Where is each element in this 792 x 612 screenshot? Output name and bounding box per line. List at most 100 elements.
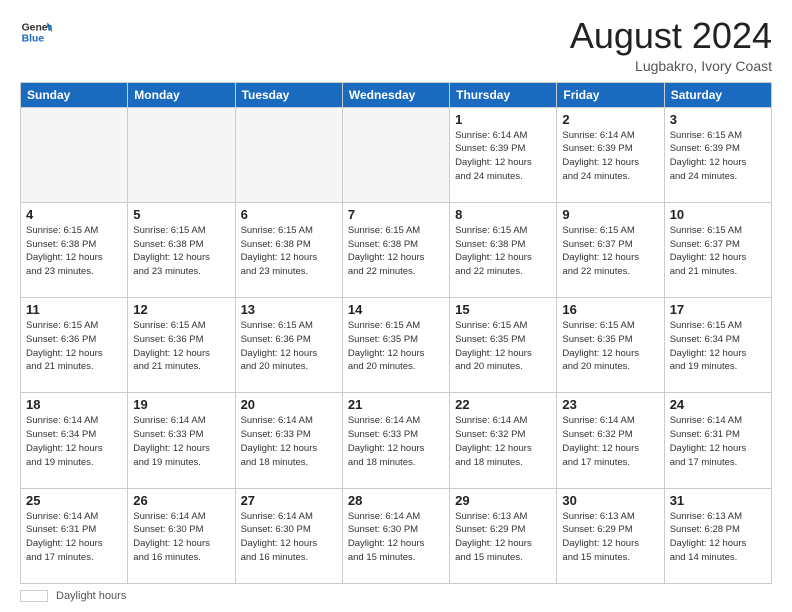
legend-box	[20, 590, 48, 602]
day-number: 8	[455, 207, 551, 222]
day-detail: Sunrise: 6:14 AM Sunset: 6:30 PM Dayligh…	[348, 510, 444, 565]
day-detail: Sunrise: 6:13 AM Sunset: 6:28 PM Dayligh…	[670, 510, 766, 565]
day-detail: Sunrise: 6:14 AM Sunset: 6:32 PM Dayligh…	[562, 414, 658, 469]
day-detail: Sunrise: 6:14 AM Sunset: 6:33 PM Dayligh…	[348, 414, 444, 469]
day-number: 16	[562, 302, 658, 317]
day-detail: Sunrise: 6:14 AM Sunset: 6:30 PM Dayligh…	[241, 510, 337, 565]
day-cell: 11 Sunrise: 6:15 AM Sunset: 6:36 PM Dayli…	[21, 298, 128, 393]
day-cell: 8 Sunrise: 6:15 AM Sunset: 6:38 PM Daylig…	[450, 202, 557, 297]
day-number: 31	[670, 493, 766, 508]
day-number: 24	[670, 397, 766, 412]
day-cell: 4Sunrise: 6:15 AM Sunset: 6:38 PM Daylig…	[21, 202, 128, 297]
col-header-sunday: Sunday	[21, 82, 128, 107]
logo-icon: General Blue	[20, 16, 52, 48]
calendar-page: General Blue August 2024 Lugbakro, Ivory…	[0, 0, 792, 612]
day-number: 11	[26, 302, 122, 317]
day-number: 13	[241, 302, 337, 317]
col-header-monday: Monday	[128, 82, 235, 107]
day-cell: 15 Sunrise: 6:15 AM Sunset: 6:35 PM Dayli…	[450, 298, 557, 393]
day-cell: 21 Sunrise: 6:14 AM Sunset: 6:33 PM Dayli…	[342, 393, 449, 488]
week-row-4: 18Sunrise: 6:14 AM Sunset: 6:34 PM Dayli…	[21, 393, 772, 488]
day-detail: Sunrise: 6:15 AM Sunset: 6:38 PM Dayligh…	[133, 224, 229, 279]
day-cell: 14 Sunrise: 6:15 AM Sunset: 6:35 PM Dayli…	[342, 298, 449, 393]
day-number: 23	[562, 397, 658, 412]
day-number: 2	[562, 112, 658, 127]
day-cell: 28 Sunrise: 6:14 AM Sunset: 6:30 PM Dayli…	[342, 488, 449, 583]
day-number: 5	[133, 207, 229, 222]
calendar-title: August 2024	[570, 16, 772, 56]
day-detail: Sunrise: 6:15 AM Sunset: 6:35 PM Dayligh…	[562, 319, 658, 374]
day-number: 1	[455, 112, 551, 127]
day-number: 29	[455, 493, 551, 508]
day-cell: 27Sunrise: 6:14 AM Sunset: 6:30 PM Dayli…	[235, 488, 342, 583]
day-cell: 22 Sunrise: 6:14 AM Sunset: 6:32 PM Dayli…	[450, 393, 557, 488]
day-cell	[235, 107, 342, 202]
calendar-subtitle: Lugbakro, Ivory Coast	[570, 58, 772, 74]
week-row-2: 4 Sunrise: 6:15 AM Sunset: 6:38 PM Daylig…	[21, 202, 772, 297]
day-number: 15	[455, 302, 551, 317]
week-row-5: 25 Sunrise: 6:14 AM Sunset: 6:31 PM Dayli…	[21, 488, 772, 583]
day-number: 28	[348, 493, 444, 508]
day-cell: 1 Sunrise: 6:14 AM Sunset: 6:39 PM Daylig…	[450, 107, 557, 202]
header-row: SundayMondayTuesdayWednesdayThursdayFrid…	[21, 82, 772, 107]
day-detail: Sunrise: 6:14 AM Sunset: 6:39 PM Dayligh…	[562, 129, 658, 184]
day-cell: 20Sunrise: 6:14 AM Sunset: 6:33 PM Dayli…	[235, 393, 342, 488]
day-number: 4	[26, 207, 122, 222]
col-header-tuesday: Tuesday	[235, 82, 342, 107]
day-cell: 6Sunrise: 6:15 AM Sunset: 6:38 PM Daylig…	[235, 202, 342, 297]
day-detail: Sunrise: 6:14 AM Sunset: 6:33 PM Dayligh…	[133, 414, 229, 469]
week-row-3: 11 Sunrise: 6:15 AM Sunset: 6:36 PM Dayli…	[21, 298, 772, 393]
day-number: 14	[348, 302, 444, 317]
day-cell: 23 Sunrise: 6:14 AM Sunset: 6:32 PM Dayli…	[557, 393, 664, 488]
day-detail: Sunrise: 6:13 AM Sunset: 6:29 PM Dayligh…	[562, 510, 658, 565]
day-detail: Sunrise: 6:14 AM Sunset: 6:39 PM Dayligh…	[455, 129, 551, 184]
day-cell: 31 Sunrise: 6:13 AM Sunset: 6:28 PM Dayli…	[664, 488, 771, 583]
col-header-wednesday: Wednesday	[342, 82, 449, 107]
day-detail: Sunrise: 6:14 AM Sunset: 6:32 PM Dayligh…	[455, 414, 551, 469]
day-cell	[128, 107, 235, 202]
day-cell: 9 Sunrise: 6:15 AM Sunset: 6:37 PM Daylig…	[557, 202, 664, 297]
day-detail: Sunrise: 6:15 AM Sunset: 6:36 PM Dayligh…	[26, 319, 122, 374]
day-cell: 7 Sunrise: 6:15 AM Sunset: 6:38 PM Daylig…	[342, 202, 449, 297]
col-header-friday: Friday	[557, 82, 664, 107]
day-detail: Sunrise: 6:15 AM Sunset: 6:36 PM Dayligh…	[133, 319, 229, 374]
day-cell: 18Sunrise: 6:14 AM Sunset: 6:34 PM Dayli…	[21, 393, 128, 488]
day-cell: 29Sunrise: 6:13 AM Sunset: 6:29 PM Dayli…	[450, 488, 557, 583]
day-detail: Sunrise: 6:15 AM Sunset: 6:36 PM Dayligh…	[241, 319, 337, 374]
day-detail: Sunrise: 6:15 AM Sunset: 6:37 PM Dayligh…	[562, 224, 658, 279]
day-cell	[21, 107, 128, 202]
day-cell	[342, 107, 449, 202]
svg-text:Blue: Blue	[22, 34, 45, 45]
day-detail: Sunrise: 6:14 AM Sunset: 6:34 PM Dayligh…	[26, 414, 122, 469]
day-number: 17	[670, 302, 766, 317]
day-number: 9	[562, 207, 658, 222]
header: General Blue August 2024 Lugbakro, Ivory…	[20, 16, 772, 74]
day-detail: Sunrise: 6:15 AM Sunset: 6:35 PM Dayligh…	[455, 319, 551, 374]
day-cell: 24 Sunrise: 6:14 AM Sunset: 6:31 PM Dayli…	[664, 393, 771, 488]
day-detail: Sunrise: 6:15 AM Sunset: 6:39 PM Dayligh…	[670, 129, 766, 184]
day-cell: 13 Sunrise: 6:15 AM Sunset: 6:36 PM Dayli…	[235, 298, 342, 393]
day-number: 21	[348, 397, 444, 412]
day-number: 10	[670, 207, 766, 222]
day-detail: Sunrise: 6:15 AM Sunset: 6:38 PM Dayligh…	[241, 224, 337, 279]
day-detail: Sunrise: 6:15 AM Sunset: 6:38 PM Dayligh…	[348, 224, 444, 279]
day-cell: 5 Sunrise: 6:15 AM Sunset: 6:38 PM Daylig…	[128, 202, 235, 297]
day-number: 22	[455, 397, 551, 412]
day-cell: 16 Sunrise: 6:15 AM Sunset: 6:35 PM Dayli…	[557, 298, 664, 393]
day-detail: Sunrise: 6:15 AM Sunset: 6:38 PM Dayligh…	[455, 224, 551, 279]
day-detail: Sunrise: 6:14 AM Sunset: 6:31 PM Dayligh…	[26, 510, 122, 565]
day-detail: Sunrise: 6:15 AM Sunset: 6:34 PM Dayligh…	[670, 319, 766, 374]
day-detail: Sunrise: 6:15 AM Sunset: 6:35 PM Dayligh…	[348, 319, 444, 374]
day-number: 12	[133, 302, 229, 317]
day-detail: Sunrise: 6:14 AM Sunset: 6:31 PM Dayligh…	[670, 414, 766, 469]
day-cell: 25 Sunrise: 6:14 AM Sunset: 6:31 PM Dayli…	[21, 488, 128, 583]
day-number: 25	[26, 493, 122, 508]
col-header-thursday: Thursday	[450, 82, 557, 107]
day-cell: 12 Sunrise: 6:15 AM Sunset: 6:36 PM Dayli…	[128, 298, 235, 393]
day-cell: 30Sunrise: 6:13 AM Sunset: 6:29 PM Dayli…	[557, 488, 664, 583]
week-row-1: 1 Sunrise: 6:14 AM Sunset: 6:39 PM Daylig…	[21, 107, 772, 202]
day-number: 7	[348, 207, 444, 222]
day-cell: 2 Sunrise: 6:14 AM Sunset: 6:39 PM Daylig…	[557, 107, 664, 202]
day-number: 3	[670, 112, 766, 127]
day-detail: Sunrise: 6:14 AM Sunset: 6:30 PM Dayligh…	[133, 510, 229, 565]
